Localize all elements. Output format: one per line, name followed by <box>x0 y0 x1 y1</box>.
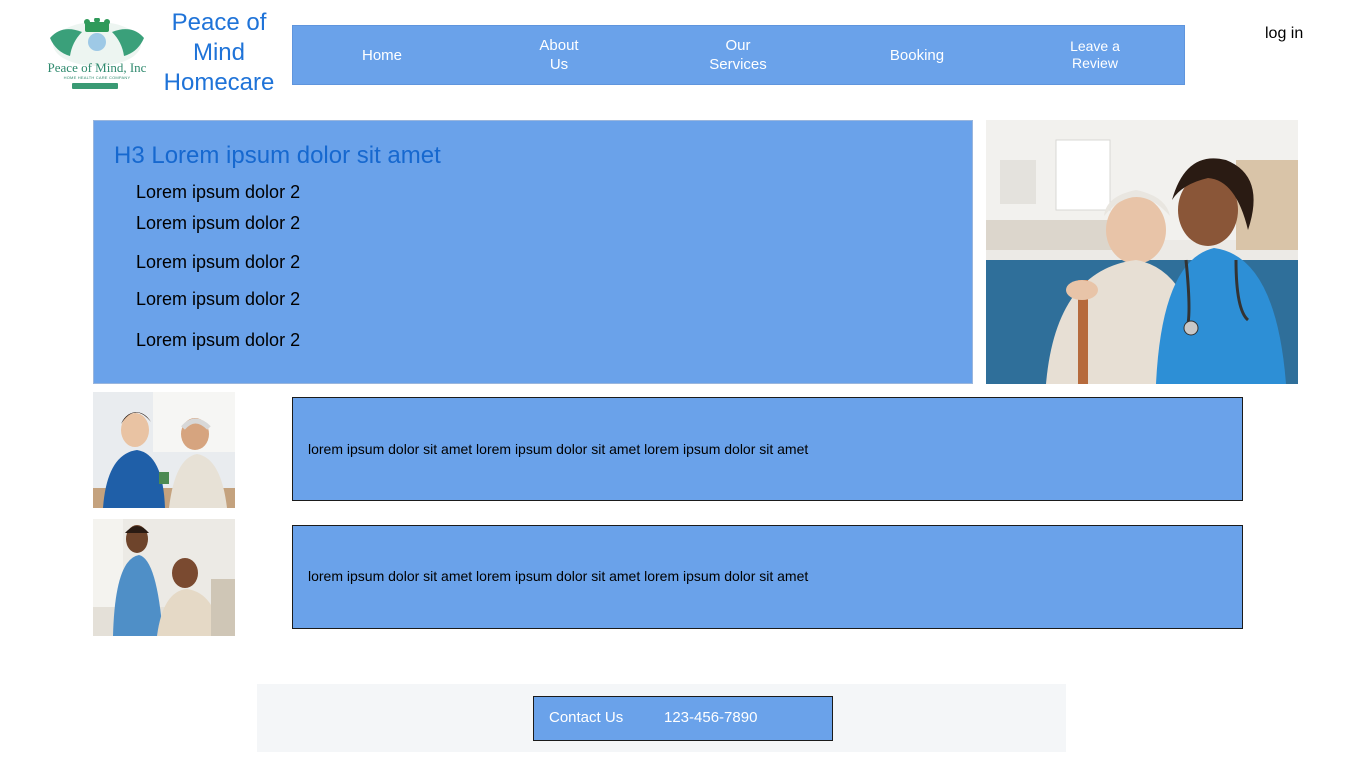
brand-title-line2: Mind <box>192 39 246 66</box>
hero-list-item: Lorem ipsum dolor 2 <box>136 182 301 202</box>
hero-list-item: Lorem ipsum dolor 2 <box>136 289 301 309</box>
main-nav: Home About Us Our Services Booking Leave… <box>292 25 1185 85</box>
hero-list-item: Lorem ipsum dolor 2 <box>136 330 301 350</box>
nav-leave-review[interactable]: Leave a Review <box>1005 26 1185 84</box>
nav-our-services[interactable]: Our Services <box>647 26 829 84</box>
hero-list-item: Lorem ipsum dolor 2 <box>136 252 301 272</box>
nurse-with-patient-photo <box>93 392 235 508</box>
logo-subtext: HOME HEALTH CARE COMPANY <box>63 75 131 80</box>
login-link[interactable]: log in <box>1265 25 1303 43</box>
hero-title: H3 Lorem ipsum dolor sit amet <box>114 142 441 169</box>
logo-banner <box>72 83 118 89</box>
company-logo[interactable] <box>42 17 152 92</box>
hero-list-item: Lorem ipsum dolor 2 <box>136 213 301 233</box>
content-row-text: lorem ipsum dolor sit amet lorem ipsum d… <box>308 441 809 457</box>
nav-about-us[interactable]: About Us <box>471 26 647 84</box>
content-row-text: lorem ipsum dolor sit amet lorem ipsum d… <box>308 568 809 584</box>
brand-title-line3: Homecare <box>163 69 275 96</box>
hero-photo <box>986 120 1298 384</box>
contact-us-link[interactable]: Contact Us <box>549 709 623 726</box>
phone-number[interactable]: 123-456-7890 <box>664 709 757 726</box>
brand-title-line1: Peace of <box>171 9 267 36</box>
nav-home[interactable]: Home <box>293 26 471 84</box>
brand-title[interactable]: Peace of Mind Homecare <box>158 8 280 98</box>
nav-booking[interactable]: Booking <box>829 26 1005 84</box>
caregiver-with-senior-photo <box>93 519 235 636</box>
logo-text: Peace of Mind, Inc <box>47 60 147 75</box>
